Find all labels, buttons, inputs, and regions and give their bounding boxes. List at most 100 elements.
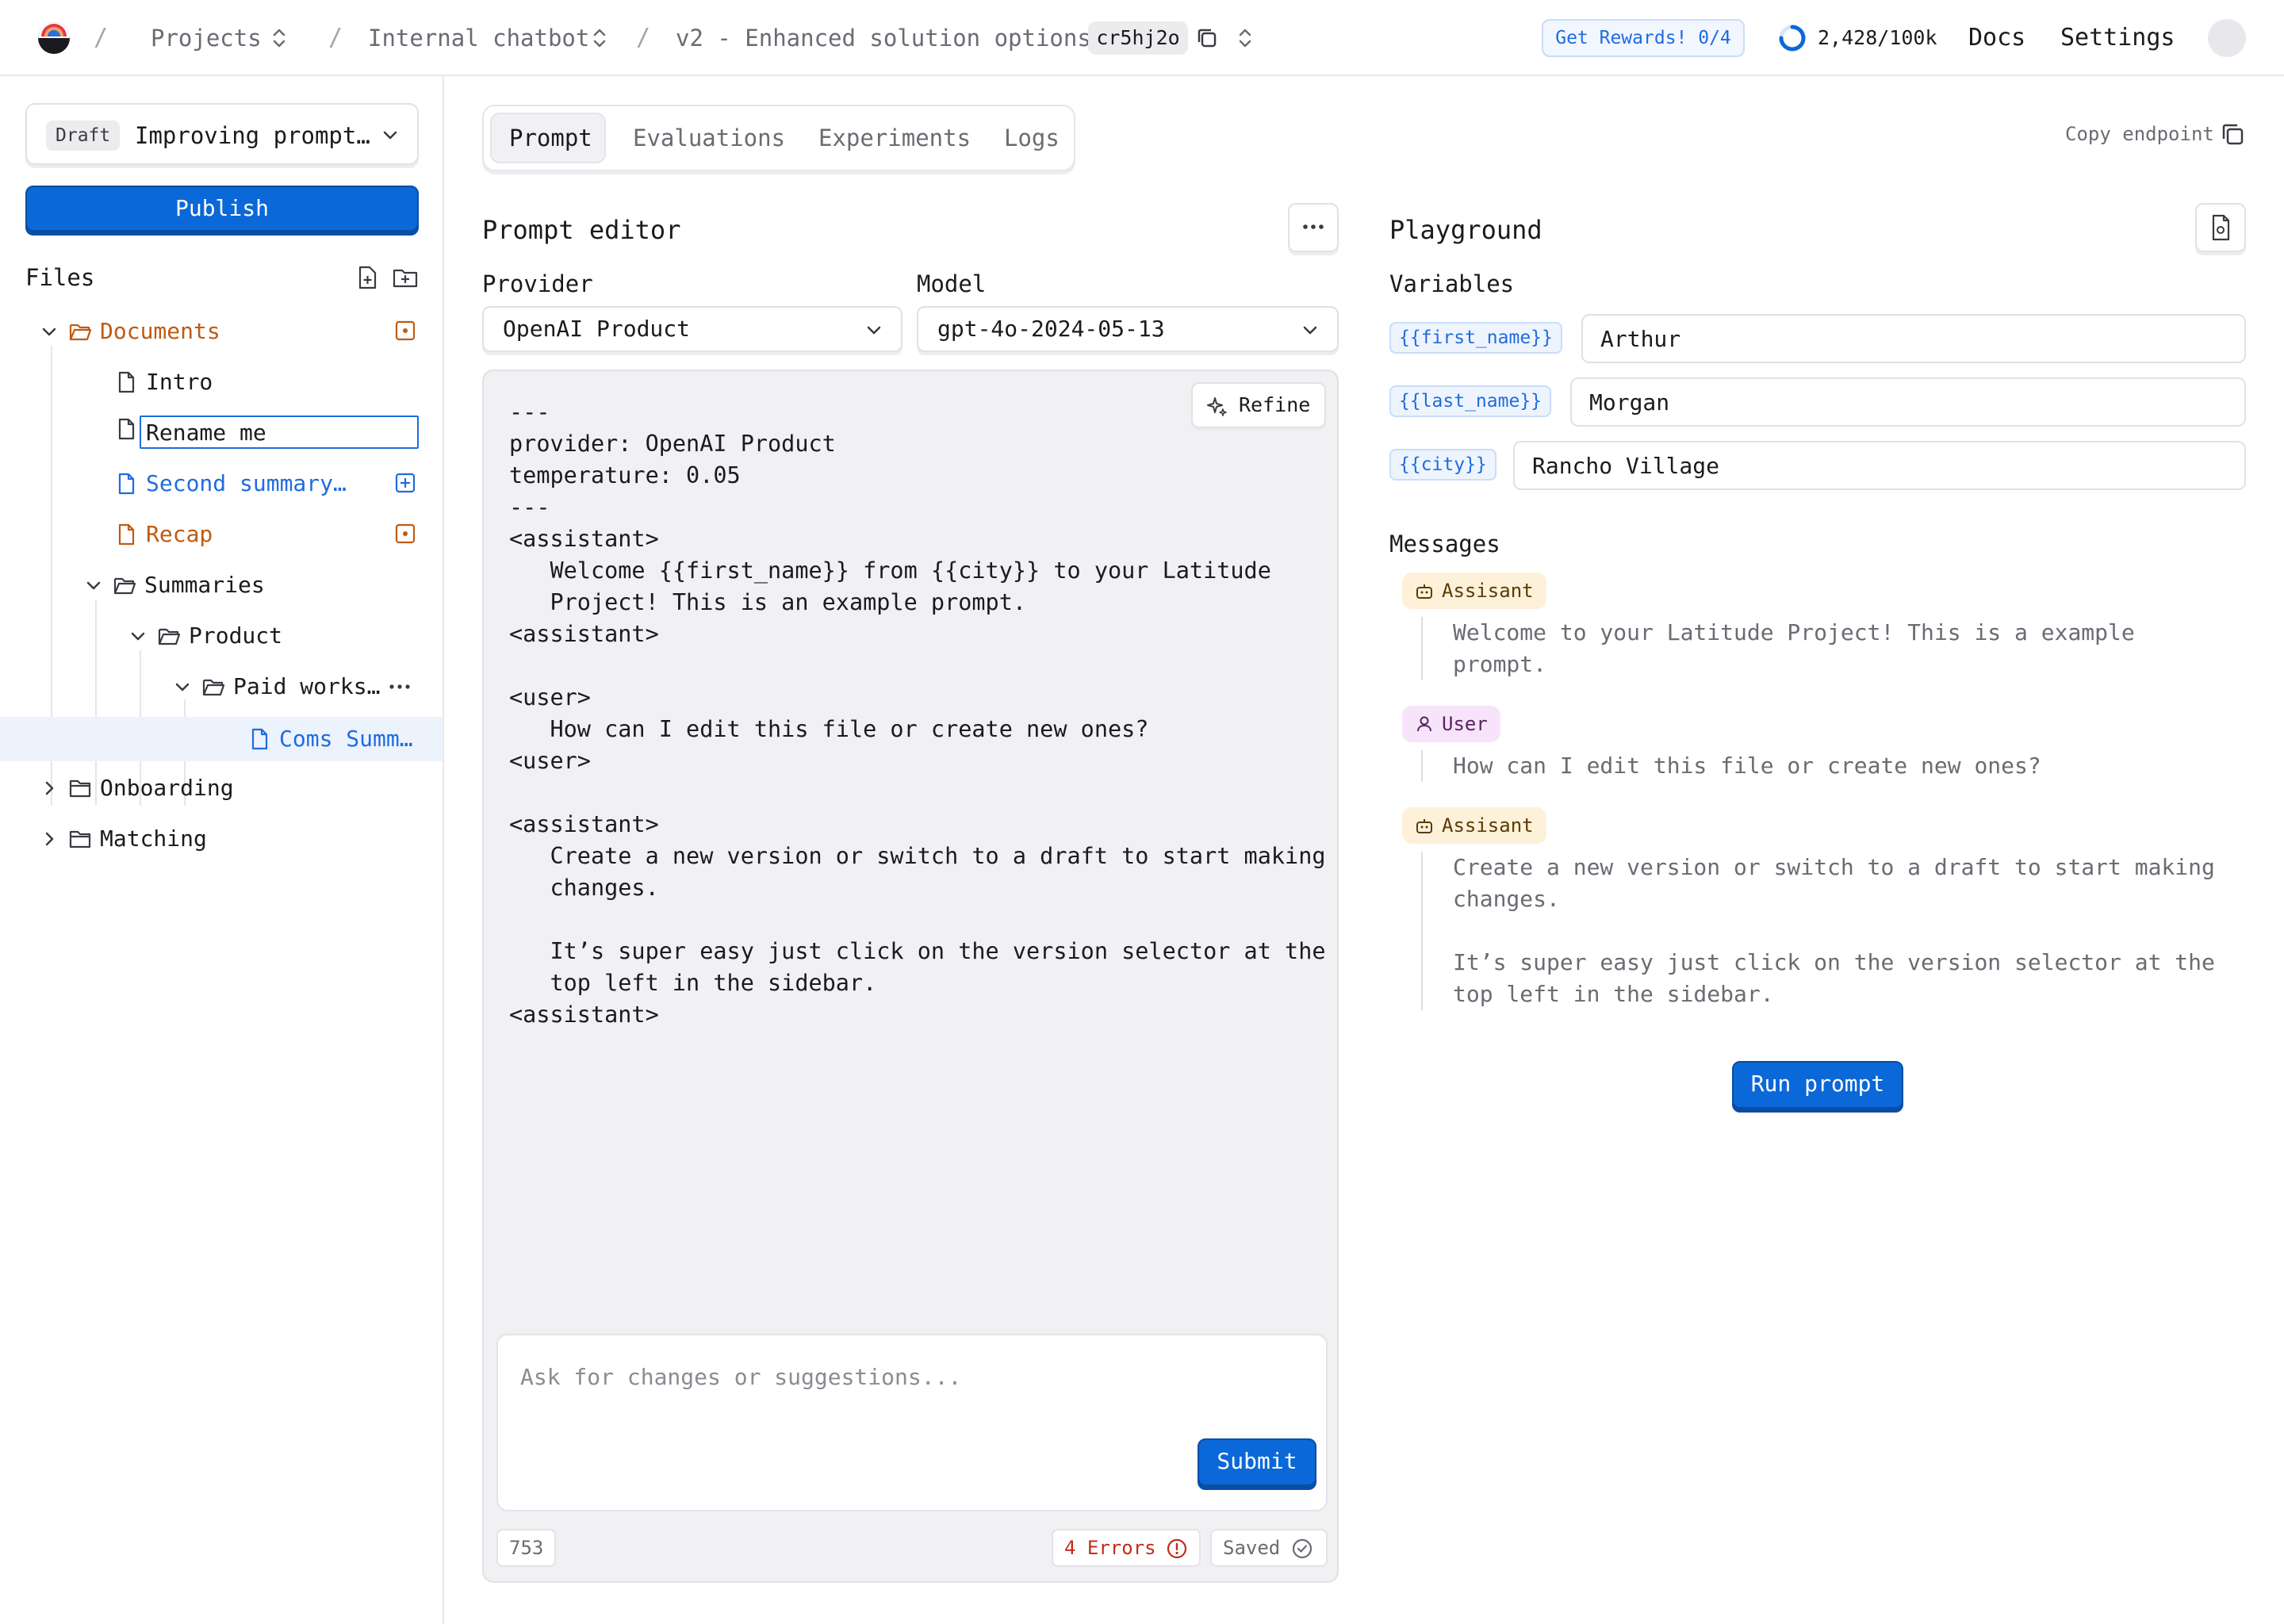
draft-badge: Draft: [46, 121, 121, 151]
tree-folder-matching[interactable]: Matching: [40, 823, 207, 855]
run-prompt-button[interactable]: Run prompt: [1732, 1061, 1903, 1109]
tree-label: Second summary…: [146, 470, 347, 496]
prompt-code[interactable]: --- provider: OpenAI Product temperature…: [509, 396, 1326, 1031]
tree-label: Intro: [146, 369, 213, 395]
playground-title: Playground: [1389, 215, 1542, 245]
tree-folder-paid-works[interactable]: Paid works…: [173, 671, 380, 703]
chevron-down-icon: [175, 683, 190, 691]
tree-label: Coms Summ…: [279, 726, 413, 752]
avatar[interactable]: [2208, 19, 2246, 57]
variable-first-name-input[interactable]: [1581, 314, 2246, 363]
model-label: Model: [917, 270, 987, 297]
new-file-icon[interactable]: [355, 265, 379, 290]
saved-label: Saved: [1223, 1537, 1281, 1559]
tab-evaluations[interactable]: Evaluations: [633, 122, 785, 154]
breadcrumb-separator: /: [636, 24, 651, 52]
copy-endpoint-button[interactable]: Copy endpoint: [2065, 121, 2214, 147]
message-rule: [1421, 852, 1423, 1010]
ask-input[interactable]: [520, 1358, 1297, 1396]
tree-folder-onboarding[interactable]: Onboarding: [40, 772, 234, 804]
file-icon: [118, 371, 135, 393]
breadcrumb-projects[interactable]: Projects: [151, 22, 262, 54]
file-icon: [251, 728, 268, 750]
version-name: Improving prompt…: [135, 122, 370, 149]
ask-box: Submit: [496, 1334, 1328, 1511]
file-icon: [118, 473, 135, 495]
chevron-up-down-icon[interactable]: [590, 27, 609, 49]
copy-icon[interactable]: [2219, 121, 2246, 147]
copy-icon[interactable]: [1194, 25, 1220, 51]
role-label: Assisant: [1442, 814, 1534, 837]
tree-folder-product[interactable]: Product: [128, 620, 282, 652]
chevron-down-icon: [131, 632, 145, 641]
role-badge-user: User: [1402, 706, 1500, 742]
breadcrumb-separator: /: [328, 24, 343, 52]
message-text: How can I edit this file or create new o…: [1453, 753, 2041, 779]
tree-file-intro[interactable]: Intro: [114, 366, 213, 398]
editor-more-button[interactable]: [1288, 203, 1339, 252]
breadcrumb-version[interactable]: v2 - Enhanced solution options: [676, 22, 1091, 54]
folder-open-icon: [202, 679, 225, 696]
tree-label: Product: [189, 622, 283, 649]
chevron-up-down-icon[interactable]: [270, 27, 289, 49]
folder-open-icon: [158, 628, 181, 645]
version-selector[interactable]: Draft Improving prompt…: [25, 103, 419, 165]
tree-label: Matching: [100, 825, 207, 852]
model-select[interactable]: gpt-4o-2024-05-13: [917, 306, 1339, 352]
tree-folder-summaries[interactable]: Summaries: [84, 569, 265, 601]
role-badge-assistant: Assisant: [1402, 573, 1546, 609]
settings-link[interactable]: Settings: [2060, 22, 2175, 54]
playground-settings-button[interactable]: [2195, 203, 2246, 252]
messages-title: Messages: [1389, 530, 1500, 557]
breadcrumb-project[interactable]: Internal chatbot: [368, 22, 589, 54]
message-rule: [1421, 750, 1423, 782]
publish-button[interactable]: Publish: [25, 186, 419, 232]
tab-prompt[interactable]: Prompt: [509, 122, 592, 154]
tree-label: Onboarding: [100, 775, 234, 801]
prompt-editor[interactable]: --- provider: OpenAI Product temperature…: [482, 370, 1339, 1583]
top-bar: / Projects / Internal chatbot / v2 - Enh…: [0, 0, 2284, 76]
variable-city-input[interactable]: [1513, 441, 2246, 490]
tree-file-second-summary[interactable]: Second summary…: [114, 468, 347, 500]
tree-file-recap[interactable]: Recap: [114, 519, 213, 550]
more-horizontal-icon: [1303, 224, 1324, 229]
variables-title: Variables: [1389, 270, 1515, 297]
submit-button[interactable]: Submit: [1198, 1438, 1316, 1486]
chevron-up-down-icon[interactable]: [1236, 27, 1255, 49]
commit-hash-badge: cr5hj2o: [1088, 21, 1188, 55]
docs-link[interactable]: Docs: [1968, 22, 2025, 54]
new-folder-icon[interactable]: [392, 265, 419, 290]
sidebar: Draft Improving prompt… Publish Files Do…: [0, 76, 444, 1624]
provider-select[interactable]: OpenAI Product: [482, 306, 902, 352]
role-badge-assistant: Assisant: [1402, 807, 1546, 844]
refine-button[interactable]: Refine: [1191, 382, 1326, 428]
message-text: Welcome to your Latitude Project! This i…: [1453, 619, 2135, 677]
tree-folder-documents[interactable]: Documents: [40, 316, 220, 347]
added-status-icon: [395, 473, 416, 493]
errors-label: 4 Errors: [1064, 1537, 1156, 1559]
variable-last-name-input[interactable]: [1570, 377, 2246, 427]
provider-value: OpenAI Product: [503, 316, 691, 342]
breadcrumb-separator: /: [94, 24, 109, 52]
chevron-down-icon: [867, 326, 881, 335]
more-horizontal-icon[interactable]: [387, 677, 412, 696]
errors-indicator[interactable]: 4 Errors: [1052, 1529, 1201, 1567]
provider-label: Provider: [482, 270, 593, 297]
saved-indicator: Saved: [1210, 1529, 1328, 1567]
document-tabs: Prompt Evaluations Experiments Logs: [482, 105, 1075, 171]
model-value: gpt-4o-2024-05-13: [937, 316, 1165, 342]
tree-file-coms-summ[interactable]: Coms Summ…: [247, 723, 413, 755]
tab-logs[interactable]: Logs: [1004, 122, 1060, 154]
rewards-button[interactable]: Get Rewards! 0/4: [1542, 19, 1745, 57]
rename-file-input[interactable]: [140, 416, 419, 449]
file-settings-icon: [2212, 214, 2230, 241]
bot-icon: [1416, 584, 1432, 599]
user-icon: [1417, 716, 1431, 732]
check-circle-icon: [1292, 1538, 1313, 1559]
tab-experiments[interactable]: Experiments: [818, 122, 971, 154]
latitude-logo-icon[interactable]: [36, 21, 71, 56]
modified-status-icon: [395, 523, 416, 544]
usage-counter: 2,428/100k: [1818, 26, 1937, 49]
modified-status-icon: [395, 320, 416, 341]
message-text: Create a new version or switch to a draf…: [1453, 854, 2215, 1007]
